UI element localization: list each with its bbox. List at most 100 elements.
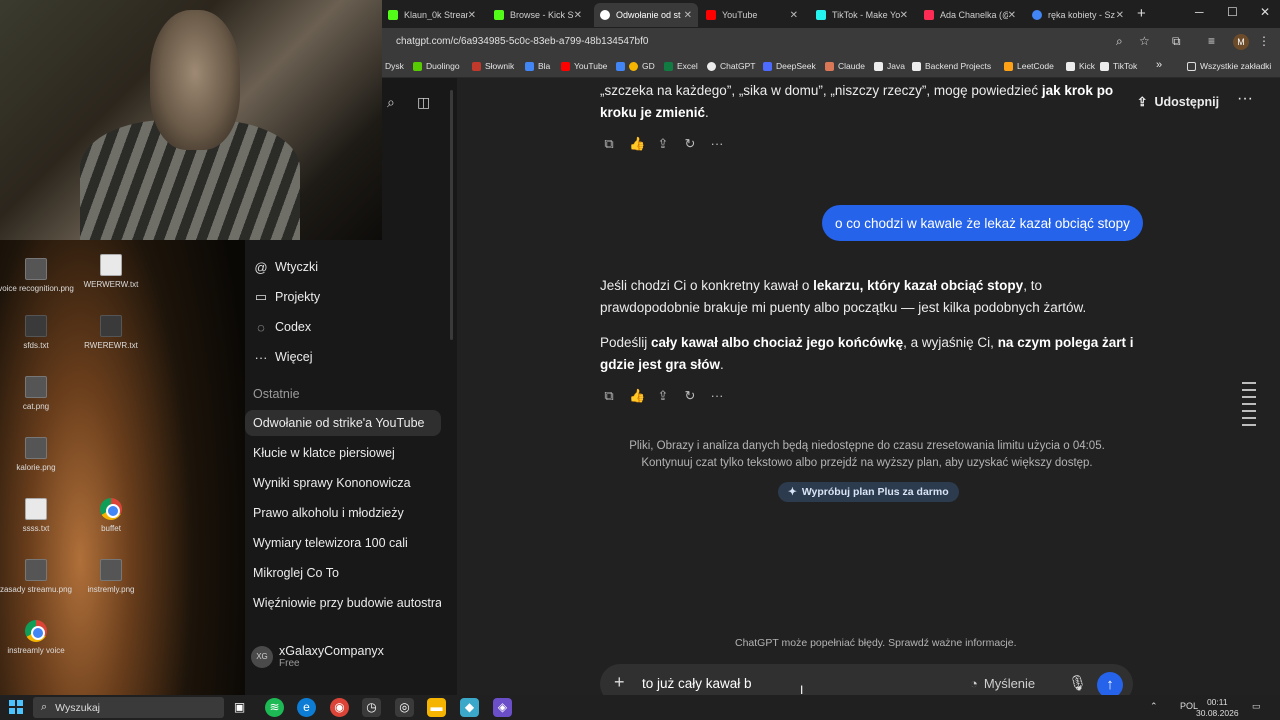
bookmark-duolingo[interactable]: Duolingo	[413, 61, 460, 71]
chat-history-item[interactable]: Wymiary telewizora 100 cali	[245, 530, 441, 556]
tab-reka-kobiety[interactable]: ręka kobiety - Sz ✕	[1026, 3, 1130, 27]
close-icon[interactable]: ✕	[1008, 10, 1016, 21]
notifications-icon[interactable]: ▭	[1252, 701, 1261, 712]
close-icon[interactable]: ✕	[1116, 10, 1124, 21]
desktop-icon-instreamly-voice[interactable]: instreamly voice	[0, 620, 74, 656]
regenerate-icon[interactable]: ↻	[683, 136, 697, 152]
sidebar-item-wiecej[interactable]: ··· Więcej	[253, 344, 313, 370]
search-icon[interactable]: ⌕	[387, 94, 395, 111]
bookmark-chatgpt[interactable]: ChatGPT	[707, 61, 755, 71]
chat-history-item[interactable]: Wyniki sprawy Kononowicza	[245, 470, 441, 496]
bookmark-leetcode[interactable]: LeetCode	[1004, 61, 1054, 71]
bookmark-excel[interactable]: Excel	[664, 61, 698, 71]
browser-menu-icon[interactable]: ⋮	[1258, 34, 1270, 48]
chat-history-item[interactable]: Odwołanie od strike'a YouTube	[245, 410, 441, 436]
maximize-button[interactable]: ☐	[1227, 5, 1238, 19]
desktop-icon-kalorie[interactable]: kalorie.png	[0, 437, 74, 473]
chat-history-item[interactable]: Mikroglej Co To	[245, 560, 441, 586]
attach-plus-icon[interactable]: +	[614, 672, 625, 693]
bookmark-star-icon[interactable]: ☆	[1139, 34, 1150, 48]
desktop-icon-buffet[interactable]: buffet	[73, 498, 149, 534]
chat-history-item[interactable]: Więźniowie przy budowie autostrad	[245, 590, 441, 616]
tab-odwolanie[interactable]: Odwołanie od st ✕	[594, 3, 698, 27]
bookmark-tiktok[interactable]: TikTok	[1100, 61, 1137, 71]
bookmarks-overflow-button[interactable]: »	[1156, 59, 1162, 71]
conversation-options-button[interactable]: ···	[1237, 90, 1253, 108]
desktop-icon-cat[interactable]: cat.png	[0, 376, 74, 412]
sidebar-item-wtyczki[interactable]: @ Wtyczki	[253, 254, 318, 280]
sidebar-item-codex[interactable]: ◌ Codex	[253, 314, 311, 340]
copy-icon[interactable]: ⧉	[602, 388, 616, 404]
tab-browse-kick[interactable]: Browse - Kick Str ✕	[488, 3, 588, 27]
conversation-minimap[interactable]	[1242, 382, 1256, 431]
app-icon[interactable]: ◷	[362, 698, 381, 717]
close-icon[interactable]: ✕	[684, 10, 692, 21]
task-view-icon[interactable]: ▣	[230, 698, 249, 717]
desktop-icon-werwerw[interactable]: WERWERW.txt	[73, 254, 149, 290]
desktop-icon-voice-recognition[interactable]: voice recognition.png	[0, 258, 74, 294]
app-icon[interactable]: ◈	[493, 698, 512, 717]
extensions-icon[interactable]: ⧉	[1172, 34, 1181, 49]
new-tab-button[interactable]: +	[1137, 5, 1146, 22]
thinking-mode-button[interactable]: ◔ Myślenie	[970, 676, 1035, 691]
message-input[interactable]: to już cały kawał b	[642, 676, 752, 691]
start-button[interactable]	[9, 700, 23, 714]
bookmark-bla[interactable]: Bla	[525, 61, 550, 71]
taskbar-search[interactable]: ⌕ Wyszukaj	[33, 697, 224, 718]
share-icon[interactable]: ⇪	[656, 136, 670, 152]
bookmark-youtube[interactable]: YouTube	[561, 61, 607, 71]
tab-tiktok[interactable]: TikTok - Make Yo ✕	[810, 3, 914, 27]
url-field[interactable]: chatgpt.com/c/6a934985-5c0c-83eb-a799-48…	[396, 36, 648, 47]
share-button[interactable]: ⇪ Udostępnij	[1137, 94, 1219, 110]
close-icon[interactable]: ✕	[574, 10, 582, 21]
desktop-icon-instremly[interactable]: instremly.png	[73, 559, 149, 595]
sidebar-toggle-icon[interactable]: ◫	[417, 94, 430, 111]
close-icon[interactable]: ✕	[900, 10, 908, 21]
bookmark-java[interactable]: Java	[874, 61, 905, 71]
app-icon[interactable]: ◆	[460, 698, 479, 717]
clock[interactable]: 00:11 30.08.2026	[1196, 697, 1239, 719]
desktop-icon-rwerewr[interactable]: RWEREWR.txt	[73, 315, 149, 351]
zoom-icon[interactable]: ⌕	[1116, 34, 1123, 49]
desktop-icon-zasady-streamu[interactable]: zasady streamu.png	[0, 559, 74, 595]
tab-youtube[interactable]: YouTube ✕	[700, 3, 804, 27]
desktop-icon-ssss[interactable]: ssss.txt	[0, 498, 74, 534]
edge-icon[interactable]: e	[297, 698, 316, 717]
file-explorer-icon[interactable]: ▬	[427, 698, 446, 717]
sidebar-scrollbar[interactable]	[450, 90, 453, 340]
spotify-icon[interactable]: ≋	[265, 698, 284, 717]
user-account[interactable]: XG xGalaxyCompanyx Free	[251, 644, 384, 669]
window-close-button[interactable]: ✕	[1260, 5, 1270, 19]
tray-overflow-icon[interactable]: ⌃	[1150, 701, 1158, 712]
microphone-icon[interactable]: 🎙	[1068, 674, 1087, 692]
more-icon[interactable]: ···	[710, 136, 724, 152]
minimize-button[interactable]: ─	[1195, 5, 1204, 19]
desktop-icon-sfds[interactable]: sfds.txt	[0, 315, 74, 351]
thumbs-icon[interactable]: 👍	[629, 136, 645, 152]
chat-history-item[interactable]: Kłucie w klatce piersiowej	[245, 440, 441, 466]
chat-history-item[interactable]: Prawo alkoholu i młodzieży	[245, 500, 441, 526]
tab-klaun-stream[interactable]: Klaun_0k Stream ✕	[382, 3, 482, 27]
profile-avatar[interactable]: M	[1233, 34, 1249, 50]
bookmark-kick[interactable]: Kick	[1066, 61, 1095, 71]
bookmark-backend-projects[interactable]: Backend Projects	[912, 61, 991, 71]
bookmark-slownik[interactable]: Słownik	[472, 61, 514, 71]
more-icon[interactable]: ···	[710, 388, 724, 404]
chrome-icon[interactable]: ◉	[330, 698, 349, 717]
app-icon[interactable]: ◎	[395, 698, 414, 717]
copy-icon[interactable]: ⧉	[602, 136, 616, 152]
share-icon[interactable]: ⇪	[656, 388, 670, 404]
bookmark-gd[interactable]: GD	[616, 61, 655, 71]
all-bookmarks[interactable]: Wszystkie zakładki	[1187, 61, 1271, 71]
bookmark-dysk[interactable]: Dysk	[385, 61, 404, 71]
tab-ada-chanelka[interactable]: Ada Chanelka (@ ✕	[918, 3, 1022, 27]
try-plus-button[interactable]: ✦ Wypróbuj plan Plus za darmo	[778, 482, 959, 502]
bookmark-claude[interactable]: Claude	[825, 61, 865, 71]
media-icon[interactable]: ≡	[1208, 34, 1215, 48]
close-icon[interactable]: ✕	[468, 10, 476, 21]
close-icon[interactable]: ✕	[790, 10, 798, 21]
sidebar-item-projekty[interactable]: ▭ Projekty	[253, 284, 320, 310]
regenerate-icon[interactable]: ↻	[683, 388, 697, 404]
thumbs-icon[interactable]: 👍	[629, 388, 645, 404]
bookmark-deepseek[interactable]: DeepSeek	[763, 61, 816, 71]
